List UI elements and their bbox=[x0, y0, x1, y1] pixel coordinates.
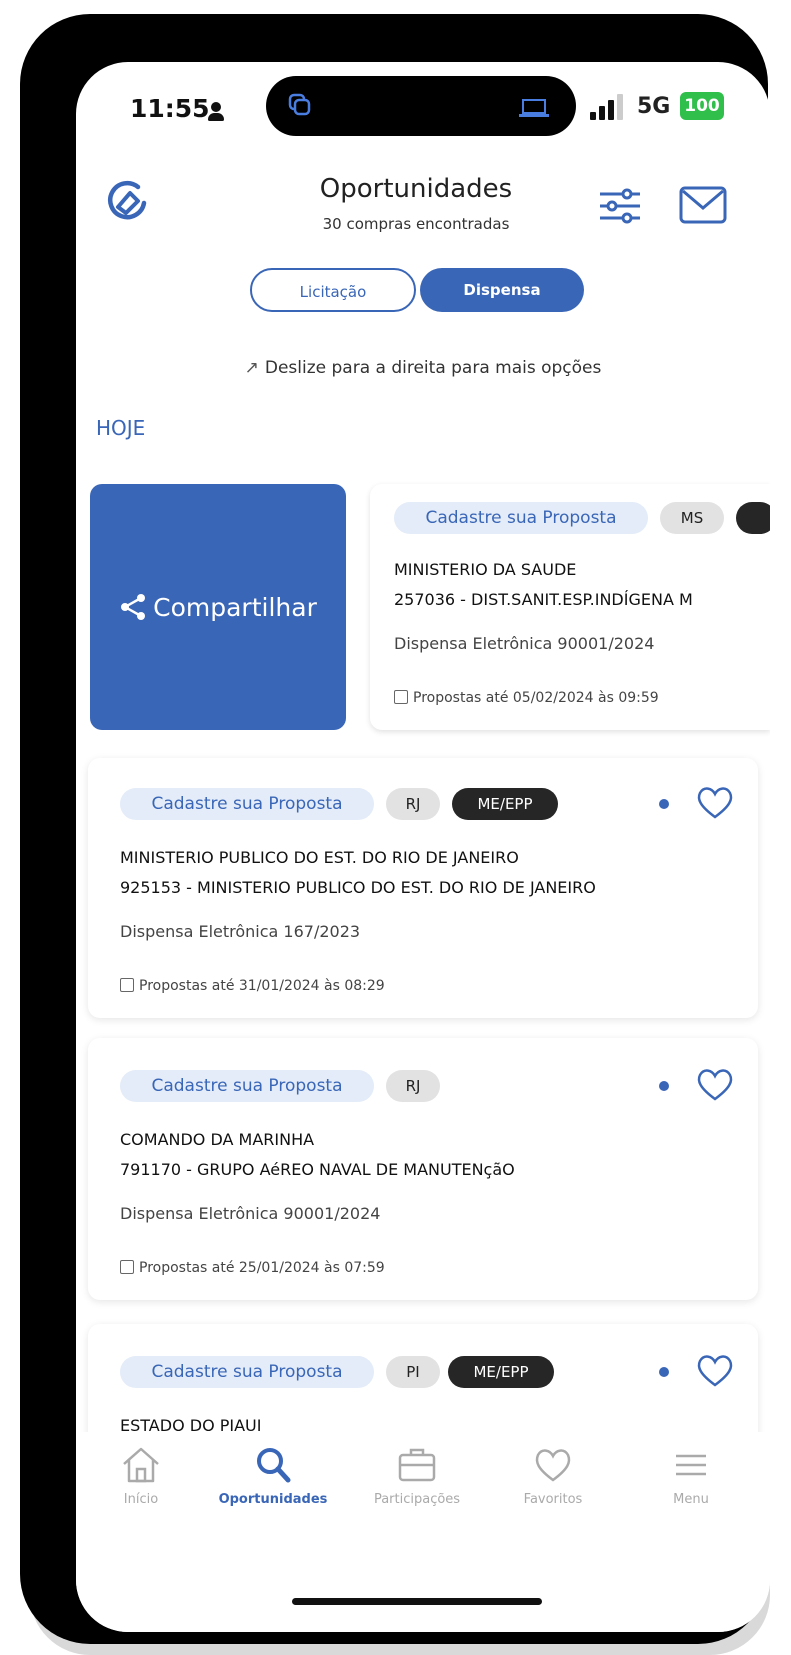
nav-label: Favoritos bbox=[523, 1492, 583, 1507]
dynamic-island bbox=[266, 76, 576, 136]
nav-participacoes[interactable]: Participações bbox=[352, 1444, 482, 1507]
tab-dispensa[interactable]: Dispensa bbox=[420, 268, 584, 312]
unit-name: 925153 - MINISTERIO PUBLICO DO EST. DO R… bbox=[120, 878, 596, 897]
screen: 11:55 5G 100 Oportunidades 30 compras en… bbox=[76, 62, 770, 1632]
nav-label: Participações bbox=[373, 1492, 461, 1507]
org-name: MINISTERIO DA SAUDE bbox=[394, 560, 577, 579]
favorite-heart-icon[interactable] bbox=[696, 1354, 734, 1388]
battery-icon: 100 bbox=[680, 92, 724, 120]
filter-icon[interactable] bbox=[598, 186, 642, 226]
home-indicator[interactable] bbox=[292, 1598, 542, 1605]
calendar-icon bbox=[120, 1260, 134, 1274]
status-tag: Cadastre sua Proposta bbox=[120, 1356, 374, 1388]
status-tag: Cadastre sua Proposta bbox=[120, 788, 374, 820]
favorite-heart-icon[interactable] bbox=[696, 1068, 734, 1102]
heart-icon bbox=[535, 1449, 571, 1482]
share-icon bbox=[121, 594, 146, 620]
briefcase-icon bbox=[398, 1448, 436, 1482]
laptop-icon bbox=[519, 99, 549, 117]
favorite-heart-icon[interactable] bbox=[696, 786, 734, 820]
deadline: Propostas até 31/01/2024 às 08:29 bbox=[120, 978, 385, 994]
person-icon bbox=[208, 102, 224, 122]
app-logo-icon[interactable] bbox=[104, 177, 150, 223]
unread-dot bbox=[659, 799, 669, 809]
phone-frame: 11:55 5G 100 Oportunidades 30 compras en… bbox=[20, 14, 770, 1644]
nav-label: Início bbox=[123, 1492, 159, 1507]
menu-icon bbox=[676, 1454, 706, 1476]
stack-icon bbox=[288, 93, 311, 116]
deadline-text: Propostas até 05/02/2024 às 09:59 bbox=[413, 690, 659, 706]
unread-dot bbox=[659, 1081, 669, 1091]
uf-badge: MS bbox=[660, 502, 724, 534]
tab-licitacao[interactable]: Licitação bbox=[250, 268, 416, 312]
opportunity-card[interactable]: Cadastre sua Proposta RJ ME/EPP MINISTER… bbox=[88, 758, 758, 1018]
modality: Dispensa Eletrônica 90001/2024 bbox=[120, 1204, 381, 1223]
results-count: 30 compras encontradas bbox=[322, 215, 510, 233]
uf-badge: RJ bbox=[386, 788, 440, 820]
calendar-icon bbox=[394, 690, 408, 704]
signal-icon bbox=[590, 94, 623, 120]
deadline: Propostas até 25/01/2024 às 07:59 bbox=[120, 1260, 385, 1276]
unit-name: 791170 - GRUPO AéREO NAVAL DE MANUTENçãO bbox=[120, 1160, 515, 1179]
status-tag: Cadastre sua Proposta bbox=[120, 1070, 374, 1102]
home-icon bbox=[123, 1447, 159, 1483]
org-name: MINISTERIO PUBLICO DO EST. DO RIO DE JAN… bbox=[120, 848, 519, 867]
status-tag: Cadastre sua Proposta bbox=[394, 502, 648, 534]
page-title: Oportunidades bbox=[319, 174, 513, 204]
me-epp-badge: ME/EPP bbox=[448, 1356, 554, 1388]
modality: Dispensa Eletrônica 167/2023 bbox=[120, 922, 361, 941]
unit-name: 257036 - DIST.SANIT.ESP.INDÍGENA M bbox=[394, 590, 693, 609]
nav-label: Menu bbox=[673, 1492, 709, 1507]
arrow-icon: ↗ bbox=[244, 358, 259, 378]
search-icon bbox=[257, 1448, 291, 1483]
deadline: Propostas até 05/02/2024 às 09:59 bbox=[394, 690, 659, 706]
nav-oportunidades[interactable]: Oportunidades bbox=[208, 1444, 338, 1507]
org-name: COMANDO DA MARINHA bbox=[120, 1130, 315, 1149]
unread-dot bbox=[659, 1367, 669, 1377]
opportunity-card[interactable]: Cadastre sua Proposta RJ COMANDO DA MARI… bbox=[88, 1038, 758, 1300]
modality: Dispensa Eletrônica 90001/2024 bbox=[394, 634, 655, 653]
section-header-today: HOJE bbox=[96, 416, 146, 440]
swipe-hint: ↗ Deslize para a direita para mais opções bbox=[76, 358, 770, 378]
deadline-text: Propostas até 25/01/2024 às 07:59 bbox=[139, 1260, 385, 1276]
network-type: 5G bbox=[637, 94, 671, 119]
status-time: 11:55 bbox=[130, 94, 210, 123]
nav-favoritos[interactable]: Favoritos bbox=[488, 1444, 618, 1507]
uf-badge: RJ bbox=[386, 1070, 440, 1102]
uf-badge: PI bbox=[386, 1356, 440, 1388]
opportunity-card[interactable]: Cadastre sua Proposta MS MINISTERIO DA S… bbox=[370, 484, 770, 730]
mail-icon[interactable] bbox=[679, 186, 727, 224]
deadline-text: Propostas até 31/01/2024 às 08:29 bbox=[139, 978, 385, 994]
nav-inicio[interactable]: Início bbox=[76, 1444, 206, 1507]
calendar-icon bbox=[120, 978, 134, 992]
nav-label: Oportunidades bbox=[218, 1492, 328, 1507]
share-button[interactable]: Compartilhar bbox=[90, 484, 346, 730]
nav-menu[interactable]: Menu bbox=[626, 1444, 756, 1507]
me-epp-badge: ME/EPP bbox=[452, 788, 558, 820]
swipe-hint-text: Deslize para a direita para mais opções bbox=[264, 358, 602, 378]
share-label: Compartilhar bbox=[153, 592, 317, 622]
me-epp-badge bbox=[736, 502, 770, 534]
